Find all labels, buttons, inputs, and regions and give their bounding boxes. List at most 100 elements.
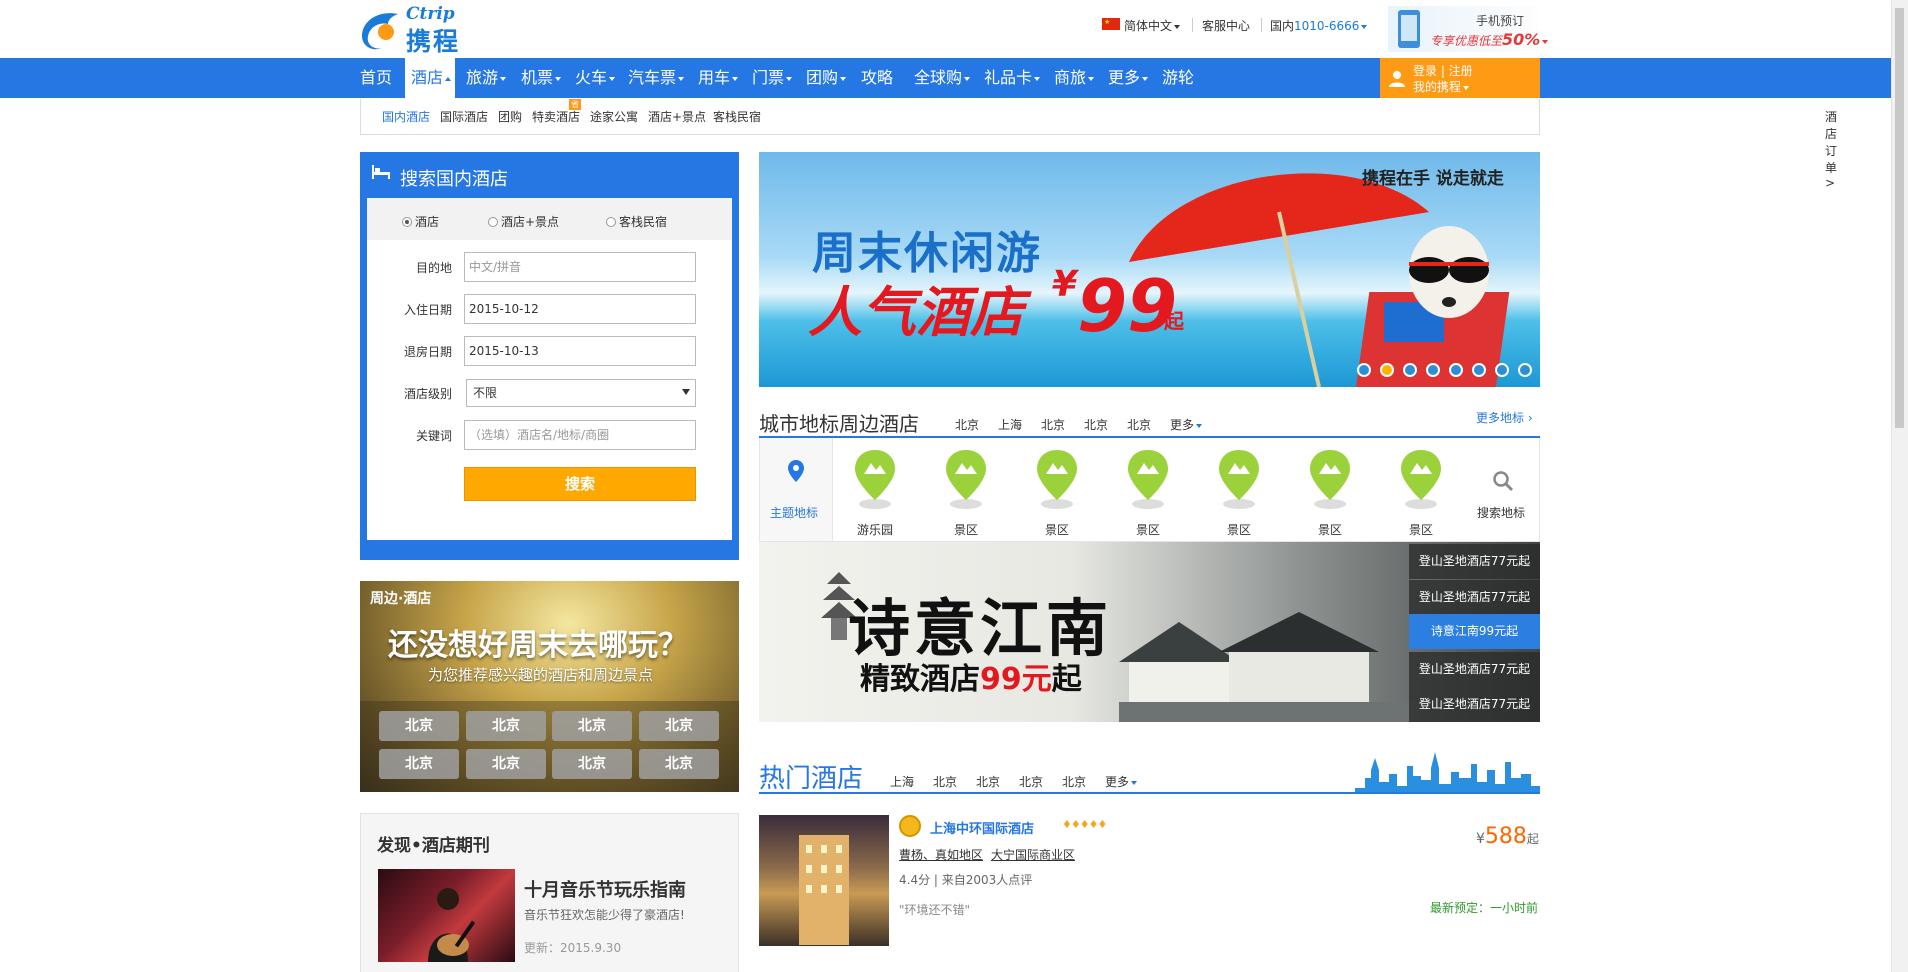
hotel-district-link[interactable]: 曹杨、真如地区 <box>899 848 983 862</box>
service-center-link[interactable]: 客服中心 <box>1202 17 1250 34</box>
hot-tab-active[interactable]: 上海 <box>890 773 915 794</box>
landmark-label[interactable]: 景区 <box>954 521 978 538</box>
hot-tab[interactable]: 北京 <box>1019 773 1043 790</box>
hotel-image[interactable] <box>759 815 889 946</box>
landmark-pin-icon[interactable] <box>943 448 989 510</box>
subnav-international-hotels[interactable]: 国际酒店 <box>440 108 488 125</box>
hot-tab[interactable]: 北京 <box>1062 773 1086 790</box>
landmark-tab[interactable]: 北京 <box>955 416 979 433</box>
nav-item-car[interactable]: 用车 <box>698 58 739 98</box>
journal-headline[interactable]: 十月音乐节玩乐指南 <box>524 876 686 902</box>
theme-landmarks-tab[interactable] <box>760 438 833 541</box>
landmark-label[interactable]: 景区 <box>1045 521 1069 538</box>
radio-hotel-attraction[interactable]: 酒店+景点 <box>488 213 559 230</box>
landmark-label[interactable]: 景区 <box>1136 521 1160 538</box>
carousel-dot[interactable] <box>1472 363 1486 377</box>
login-dropdown[interactable]: 登录 | 注册 我的携程 <box>1380 58 1540 98</box>
carousel-dot[interactable] <box>1426 363 1440 377</box>
hot-tab-more[interactable]: 更多 <box>1105 773 1138 790</box>
nav-item-hotel[interactable]: 酒店 <box>405 58 455 98</box>
carousel-dot[interactable] <box>1380 363 1394 377</box>
nav-item-guides[interactable]: 攻略 <box>861 58 893 98</box>
landmark-tab[interactable]: 北京 <box>1127 416 1151 433</box>
landmark-label[interactable]: 景区 <box>1227 521 1251 538</box>
nav-item-flights[interactable]: 机票 <box>521 58 562 98</box>
landmark-label[interactable]: 景区 <box>1318 521 1342 538</box>
carousel-dot[interactable] <box>1357 363 1371 377</box>
promo-list-item[interactable]: 登山圣地酒店77元起 <box>1409 544 1540 579</box>
more-landmarks-link[interactable]: 更多地标 › <box>1476 409 1533 426</box>
promo-city-button[interactable]: 北京 <box>466 711 546 741</box>
hotel-orders-link[interactable]: 酒店订单> <box>1825 108 1837 190</box>
landmark-tab-more[interactable]: 更多 <box>1170 416 1203 433</box>
nav-item-business[interactable]: 商旅 <box>1054 58 1095 98</box>
promo-city-button[interactable]: 北京 <box>552 749 632 779</box>
phone-selector[interactable]: 国内1010-6666 <box>1270 17 1368 34</box>
journal-image[interactable] <box>378 869 515 962</box>
nav-item-cruise[interactable]: 游轮 <box>1162 58 1194 98</box>
nav-item-more[interactable]: 更多 <box>1108 58 1149 98</box>
radio-inns[interactable]: 客栈民宿 <box>606 213 667 230</box>
nav-item-gift-card[interactable]: 礼品卡 <box>984 58 1041 98</box>
hotel-price[interactable]: ¥588起 <box>1476 824 1539 849</box>
mobile-promo-text[interactable]: 专享优惠低至50% <box>1430 30 1549 49</box>
checkin-date-input[interactable]: 2015-10-12 <box>464 294 696 324</box>
landmark-label[interactable]: 景区 <box>1409 521 1433 538</box>
promo-city-button[interactable]: 北京 <box>379 749 459 779</box>
promo-list-item[interactable]: 登山圣地酒店77元起 <box>1409 687 1540 722</box>
radio-hotel[interactable]: 酒店 <box>402 213 439 230</box>
nav-item-global-shopping[interactable]: 全球购 <box>914 58 971 98</box>
promo-list-item-active[interactable]: 诗意江南99元起 <box>1409 614 1540 649</box>
hotel-name-link[interactable]: 上海中环国际酒店 <box>930 818 1034 837</box>
nav-item-home[interactable]: 首页 <box>352 58 396 98</box>
checkout-date-input[interactable]: 2015-10-13 <box>464 336 696 366</box>
search-button[interactable]: 搜索 <box>464 467 696 501</box>
keyword-input[interactable] <box>464 420 696 450</box>
landmark-pin-icon[interactable] <box>852 448 898 510</box>
mobile-booking-title[interactable]: 手机预订 <box>1476 12 1524 29</box>
carousel-dot[interactable] <box>1518 363 1532 377</box>
promo-city-button[interactable]: 北京 <box>552 711 632 741</box>
subnav-domestic-hotels[interactable]: 国内酒店 <box>382 108 430 125</box>
logo-text-cn[interactable]: 携程 <box>406 22 460 58</box>
subnav-tujia-apartments[interactable]: 途家公寓 <box>590 108 638 125</box>
logo-text-en[interactable]: Ctrip <box>406 4 455 24</box>
subnav-special-hotels[interactable]: 特卖酒店 <box>532 108 580 125</box>
search-landmark-label[interactable]: 搜索地标 <box>1477 504 1525 521</box>
subnav-inns[interactable]: 客栈民宿 <box>713 108 761 125</box>
subnav-groupbuy[interactable]: 团购 <box>498 108 522 125</box>
promo-city-button[interactable]: 北京 <box>639 711 719 741</box>
landmark-pin-icon[interactable] <box>1307 448 1353 510</box>
landmark-pin-icon[interactable] <box>1034 448 1080 510</box>
hotel-district-link[interactable]: 大宁国际商业区 <box>991 848 1075 862</box>
nav-item-travel[interactable]: 旅游 <box>466 58 507 98</box>
hotel-reviews[interactable]: 来自2003人点评 <box>942 873 1033 887</box>
carousel-dot[interactable] <box>1403 363 1417 377</box>
subnav-hotel-attraction[interactable]: 酒店+景点 <box>648 108 706 125</box>
nav-item-trains[interactable]: 火车 <box>575 58 616 98</box>
my-ctrip-link[interactable]: 我的携程 <box>1413 78 1470 95</box>
promo-list-item[interactable]: 登山圣地酒店77元起 <box>1409 580 1540 615</box>
destination-input[interactable] <box>464 252 696 282</box>
landmark-tab-active[interactable]: 上海 <box>998 416 1023 438</box>
hot-tab[interactable]: 北京 <box>976 773 1000 790</box>
promo-list-item[interactable]: 登山圣地酒店77元起 <box>1409 652 1540 687</box>
promo-city-button[interactable]: 北京 <box>379 711 459 741</box>
landmark-tab[interactable]: 北京 <box>1084 416 1108 433</box>
landmark-pin-icon[interactable] <box>1398 448 1444 510</box>
landmark-pin-icon[interactable] <box>1216 448 1262 510</box>
nav-item-tickets[interactable]: 门票 <box>752 58 793 98</box>
carousel-dot[interactable] <box>1449 363 1463 377</box>
hot-tab[interactable]: 北京 <box>933 773 957 790</box>
nav-item-groupbuy[interactable]: 团购 <box>806 58 847 98</box>
login-register-link[interactable]: 登录 | 注册 <box>1413 62 1473 79</box>
landmark-label[interactable]: 游乐园 <box>857 521 893 538</box>
language-selector[interactable]: 简体中文 <box>1124 17 1181 34</box>
search-icon[interactable] <box>1492 470 1514 492</box>
hotel-level-select[interactable]: 不限 <box>466 379 696 407</box>
nav-item-bus[interactable]: 汽车票 <box>628 58 685 98</box>
promo-city-button[interactable]: 北京 <box>639 749 719 779</box>
carousel-dot[interactable] <box>1495 363 1509 377</box>
landmark-pin-icon[interactable] <box>1125 448 1171 510</box>
promo-city-button[interactable]: 北京 <box>466 749 546 779</box>
